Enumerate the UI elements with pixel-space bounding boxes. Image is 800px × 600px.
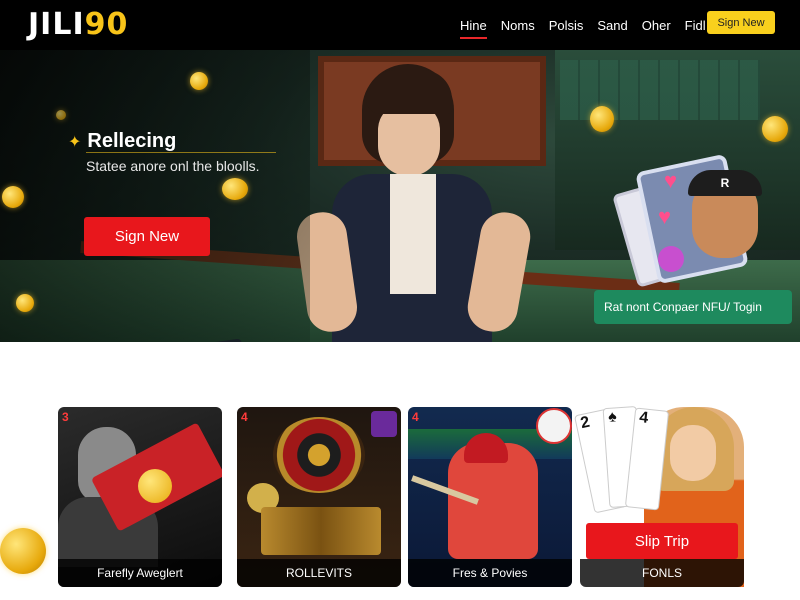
hero-subtitle: Statee anore onl the bloolls. xyxy=(86,158,260,174)
hero-title: ✦ Rellecing xyxy=(68,130,176,153)
game-card-badge: 3 xyxy=(62,410,69,424)
game-4-play-button[interactable]: Slip Trip xyxy=(586,523,738,559)
sparkle-icon: ✦ xyxy=(68,133,82,151)
hero-banner: ✦ Rellecing Statee anore onl the bloolls… xyxy=(0,50,800,342)
game-card-1[interactable]: 3 Farefly Aweglert xyxy=(58,407,222,587)
cartoon-avatar-cap: R xyxy=(688,170,762,196)
logo-text-yellow: 90 xyxy=(84,7,129,42)
gold-coin-icon xyxy=(16,294,34,312)
hero-background-tiles xyxy=(560,60,760,120)
top-navigation-bar: JILI90 Hine Noms Polsis Sand Oher Fidl S… xyxy=(0,0,800,50)
main-nav: Hine Noms Polsis Sand Oher Fidl xyxy=(460,0,720,50)
nav-item-home[interactable]: Hine xyxy=(460,18,487,39)
hero-shadow-overlay xyxy=(0,50,310,342)
playing-cards-avatar-art: ♥ ♥ R xyxy=(612,152,774,292)
hero-login-button[interactable]: Rat nont Conpaer NFU/ Togin xyxy=(594,290,792,324)
heart-icon: ♥ xyxy=(664,168,678,193)
hero-person-image xyxy=(290,62,535,342)
nav-item-5[interactable]: Oher xyxy=(642,18,671,33)
gold-coin-icon xyxy=(0,528,46,574)
game-4-dealer-face xyxy=(670,425,716,481)
gold-coin-icon xyxy=(762,116,788,142)
gold-coin-icon xyxy=(190,72,208,90)
gold-coin-icon xyxy=(222,178,248,200)
game-card-title: Farefly Aweglert xyxy=(58,559,222,587)
gold-coin-icon xyxy=(56,110,66,120)
games-section: 3 Farefly Aweglert 4 ROLLEVITS 4 Fres & … xyxy=(0,342,800,600)
game-2-tag-icon xyxy=(371,411,397,437)
nav-item-4[interactable]: Sand xyxy=(597,18,627,33)
gold-coin-icon xyxy=(138,469,172,503)
nav-item-3[interactable]: Polsis xyxy=(549,18,584,33)
gold-coin-icon xyxy=(590,106,614,132)
game-card-2[interactable]: 4 ROLLEVITS xyxy=(237,407,401,587)
game-card-title: ROLLEVITS xyxy=(237,559,401,587)
game-card-title: Fres & Povies xyxy=(408,559,572,587)
playing-cards-fan: 2 ♠ 4 xyxy=(573,405,670,527)
logo-text-white: JILI xyxy=(28,7,85,42)
person-shirt xyxy=(390,174,436,294)
hero-signup-button[interactable]: Sign New xyxy=(84,217,210,256)
nav-item-6[interactable]: Fidl xyxy=(685,18,706,33)
hero-title-text: Rellecing xyxy=(87,130,177,152)
gold-coin-icon xyxy=(2,186,24,208)
header-signup-button[interactable]: Sign New xyxy=(707,11,775,34)
game-card-title: FONLS xyxy=(580,559,744,587)
game-card-badge: 4 xyxy=(412,410,419,424)
game-2-trophy-art xyxy=(261,507,381,555)
heart-icon: ♥ xyxy=(658,204,672,229)
baseball-icon xyxy=(536,408,572,444)
person-bangs xyxy=(366,70,452,114)
site-logo[interactable]: JILI90 xyxy=(28,7,128,42)
game-card-4[interactable]: 2 ♠ 4 Slip Trip FONLS xyxy=(573,405,744,587)
game-card-badge: 4 xyxy=(241,410,248,424)
hero-title-underline xyxy=(86,152,276,153)
nav-item-2[interactable]: Noms xyxy=(501,18,535,33)
roulette-wheel-icon xyxy=(273,417,365,493)
poker-chip-icon xyxy=(658,246,684,272)
